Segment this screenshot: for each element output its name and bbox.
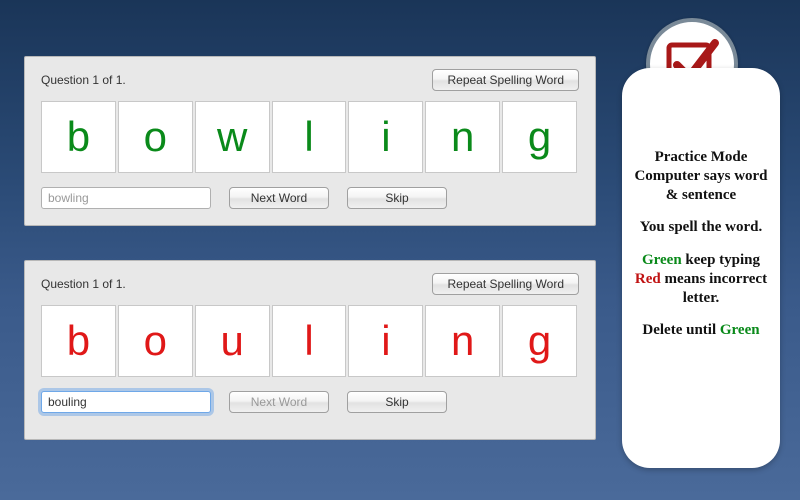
- letter-box: i: [348, 101, 423, 173]
- letter-box: l: [272, 305, 347, 377]
- next-word-button: Next Word: [229, 391, 329, 413]
- spelling-panel-incorrect: Question 1 of 1. Repeat Spelling Word bo…: [24, 260, 596, 440]
- skip-button[interactable]: Skip: [347, 391, 447, 413]
- letter-box: i: [348, 305, 423, 377]
- spelling-input[interactable]: [41, 391, 211, 413]
- letter-box: n: [425, 101, 500, 173]
- instruction-line: Green keep typing Red means incorrect le…: [632, 251, 770, 307]
- letter-box: g: [502, 305, 577, 377]
- repeat-spelling-word-button[interactable]: Repeat Spelling Word: [432, 69, 579, 91]
- letter-row: bowling: [41, 101, 579, 173]
- letter-box: b: [41, 101, 116, 173]
- instruction-line: Practice Mode Computer says word & sente…: [632, 148, 770, 204]
- letter-box: b: [41, 305, 116, 377]
- instruction-line: Delete until Green: [632, 321, 770, 340]
- panel-header: Question 1 of 1. Repeat Spelling Word: [41, 273, 579, 295]
- spelling-input[interactable]: [41, 187, 211, 209]
- next-word-button[interactable]: Next Word: [229, 187, 329, 209]
- letter-box: l: [272, 101, 347, 173]
- panel-header: Question 1 of 1. Repeat Spelling Word: [41, 69, 579, 91]
- letter-box: o: [118, 305, 193, 377]
- instructions-card: Practice Mode Computer says word & sente…: [622, 68, 780, 468]
- bottom-controls: Next Word Skip: [41, 391, 579, 413]
- spelling-panel-correct: Question 1 of 1. Repeat Spelling Word bo…: [24, 56, 596, 226]
- letter-box: g: [502, 101, 577, 173]
- letter-box: u: [195, 305, 270, 377]
- bottom-controls: Next Word Skip: [41, 187, 579, 209]
- repeat-spelling-word-button[interactable]: Repeat Spelling Word: [432, 273, 579, 295]
- letter-box: n: [425, 305, 500, 377]
- skip-button[interactable]: Skip: [347, 187, 447, 209]
- question-counter: Question 1 of 1.: [41, 73, 126, 87]
- letter-box: o: [118, 101, 193, 173]
- question-counter: Question 1 of 1.: [41, 277, 126, 291]
- instruction-line: You spell the word.: [632, 218, 770, 237]
- letter-box: w: [195, 101, 270, 173]
- letter-row: bouling: [41, 305, 579, 377]
